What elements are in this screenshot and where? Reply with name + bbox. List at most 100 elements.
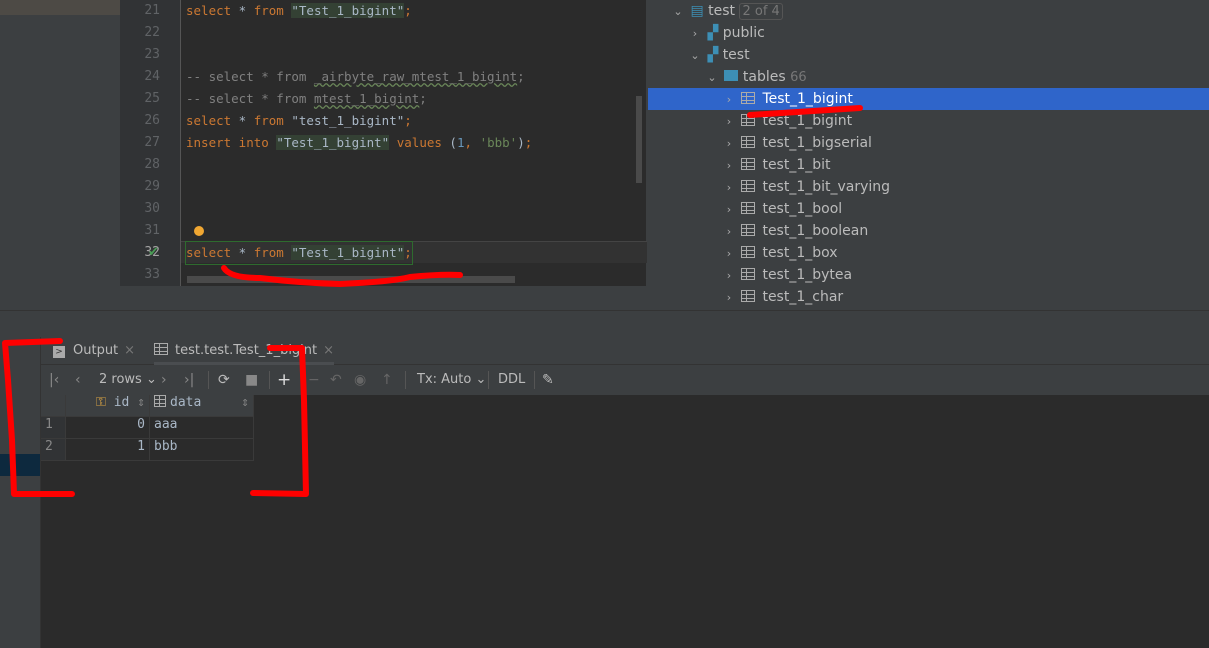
tree-node-tables-folder[interactable]: ⌄ tables 66	[704, 66, 807, 89]
chevron-down-icon[interactable]: ⌄	[687, 45, 703, 67]
line-number: 30	[144, 201, 160, 216]
line-number: 29	[144, 179, 160, 194]
tree-node-schema[interactable]: ⌄ ▞ test	[687, 44, 749, 67]
stop-icon[interactable]: ■	[245, 365, 258, 395]
sql-editor[interactable]: select * from "Test_1_bigint"; -- select …	[180, 0, 647, 286]
tree-node-table[interactable]: › test_1_bigserial	[648, 132, 1209, 154]
tab-table-result[interactable]: test.test.Test_1_bigint ×	[154, 337, 335, 365]
code-line[interactable]: -- select * from _airbyte_raw_mtest_1_bi…	[186, 66, 525, 88]
revert-icon[interactable]: ↶	[330, 365, 342, 395]
chevron-down-icon[interactable]: ⌄	[670, 1, 686, 23]
line-number: 26	[144, 113, 160, 128]
code-token: "test_1_bigint"	[283, 113, 405, 128]
tab-label: Output	[73, 343, 119, 358]
horizontal-scrollbar[interactable]	[187, 276, 515, 283]
table-icon	[154, 343, 168, 355]
results-grid[interactable]: ⚿ id ⇕ data ⇕ 1 0 aaa 2 1 bbb	[41, 395, 1209, 648]
close-icon[interactable]: ×	[323, 343, 334, 358]
code-line[interactable]: insert into "Test_1_bigint" values (1, '…	[186, 132, 532, 154]
tx-mode-dropdown[interactable]: Tx: Auto ⌄	[417, 365, 486, 395]
next-page-button[interactable]: ›	[161, 365, 167, 395]
node-label: test_1_char	[762, 289, 844, 305]
services-sidebar	[0, 337, 41, 648]
last-page-button[interactable]: ›|	[184, 365, 194, 395]
chevron-right-icon[interactable]: ›	[721, 177, 737, 199]
tree-node-database[interactable]: ⌄ ▤ test 2 of 4	[670, 0, 783, 22]
node-label: Test_1_bigint	[762, 91, 853, 107]
first-page-button[interactable]: |‹	[49, 365, 59, 395]
code-line[interactable]: select * from "test_1_bigint";	[186, 110, 412, 132]
database-tree[interactable]: ⌄ ▤ test 2 of 4 › ▞ public ⌄ ▞ test ⌄ table…	[648, 0, 1209, 310]
code-line[interactable]: -- select * from mtest_1_bigint;	[186, 88, 427, 110]
preview-icon[interactable]: ◉	[354, 365, 366, 395]
prev-page-button[interactable]: ‹	[75, 365, 81, 395]
table-icon	[741, 202, 756, 214]
lightbulb-icon[interactable]	[194, 226, 204, 236]
cell-data[interactable]: bbb	[150, 439, 254, 461]
refresh-icon[interactable]: ⟳	[218, 365, 230, 395]
line-number: 25	[144, 91, 160, 106]
tree-node-table[interactable]: › test_1_boolean	[648, 220, 1209, 242]
chevron-right-icon[interactable]: ›	[687, 23, 703, 45]
chevron-right-icon[interactable]: ›	[721, 243, 737, 265]
cell-data[interactable]: aaa	[150, 417, 254, 439]
code-token: -- select * from	[186, 91, 314, 106]
line-number: 28	[144, 157, 160, 172]
node-label: test_1_bigserial	[762, 135, 872, 151]
cell-id[interactable]: 0	[66, 417, 150, 439]
column-header-data[interactable]: data ⇕	[150, 395, 254, 417]
column-name: data	[170, 395, 202, 410]
count-label: 66	[790, 70, 807, 85]
code-token: *	[231, 113, 254, 128]
code-token: values	[396, 135, 442, 150]
node-label: test_1_bit_varying	[762, 179, 891, 195]
chevron-right-icon[interactable]: ›	[721, 111, 737, 133]
close-icon[interactable]: ×	[124, 343, 135, 358]
chevron-right-icon[interactable]: ›	[721, 89, 737, 111]
chevron-right-icon[interactable]: ›	[721, 155, 737, 177]
tree-node-table[interactable]: › test_1_bit	[648, 154, 1209, 176]
results-tabs: > Output × test.test.Test_1_bigint ×	[41, 337, 1209, 365]
tab-output[interactable]: > Output ×	[53, 337, 135, 365]
tree-node-table[interactable]: › test_1_bool	[648, 198, 1209, 220]
tree-node-table[interactable]: › test_1_bigint	[648, 110, 1209, 132]
delete-row-button[interactable]: −	[308, 365, 320, 395]
services-selected-item[interactable]	[0, 454, 40, 476]
vertical-scrollbar[interactable]	[636, 96, 642, 183]
code-token: ;	[419, 91, 427, 106]
chevron-right-icon[interactable]: ›	[721, 287, 737, 309]
chevron-right-icon[interactable]: ›	[721, 221, 737, 243]
code-token: 1	[456, 135, 465, 150]
table-icon	[741, 92, 756, 104]
pin-icon[interactable]: ✎	[542, 365, 554, 395]
row-number: 2	[41, 439, 66, 461]
tree-node-table[interactable]: › test_1_bytea	[648, 264, 1209, 286]
tree-node-schema[interactable]: › ▞ public	[687, 22, 765, 44]
submit-icon[interactable]: ↑	[381, 365, 393, 395]
code-line[interactable]: select * from "Test_1_bigint";	[186, 0, 412, 22]
code-token: *	[231, 3, 254, 18]
ddl-button[interactable]: DDL	[498, 365, 525, 395]
code-line[interactable]: select * from "Test_1_bigint";	[185, 241, 413, 265]
code-token: insert into	[186, 135, 269, 150]
cell-id[interactable]: 1	[66, 439, 150, 461]
column-name: id	[113, 395, 130, 410]
tree-node-table[interactable]: › test_1_bit_varying	[648, 176, 1209, 198]
chevron-down-icon[interactable]: ⌄	[704, 67, 720, 89]
code-token: select	[186, 245, 232, 260]
chevron-right-icon[interactable]: ›	[721, 265, 737, 287]
code-token: "Test_1_bigint"	[291, 245, 405, 260]
chevron-right-icon[interactable]: ›	[721, 199, 737, 221]
chevron-right-icon[interactable]: ›	[721, 133, 737, 155]
row-number-header	[41, 395, 66, 417]
primary-key-icon: ⚿	[95, 395, 106, 410]
left-panel	[0, 15, 120, 310]
rows-dropdown[interactable]: 2 rows ⌄	[99, 365, 157, 395]
node-label: test_1_bit	[762, 157, 831, 173]
tree-node-table[interactable]: › test_1_char	[648, 286, 1209, 308]
tab-label: test.test.Test_1_bigint	[175, 343, 318, 358]
tree-node-table[interactable]: › test_1_box	[648, 242, 1209, 264]
column-header-id[interactable]: ⚿ id ⇕	[66, 395, 150, 417]
tree-node-table[interactable]: › Test_1_bigint	[648, 88, 1209, 110]
add-row-button[interactable]: +	[277, 365, 291, 395]
